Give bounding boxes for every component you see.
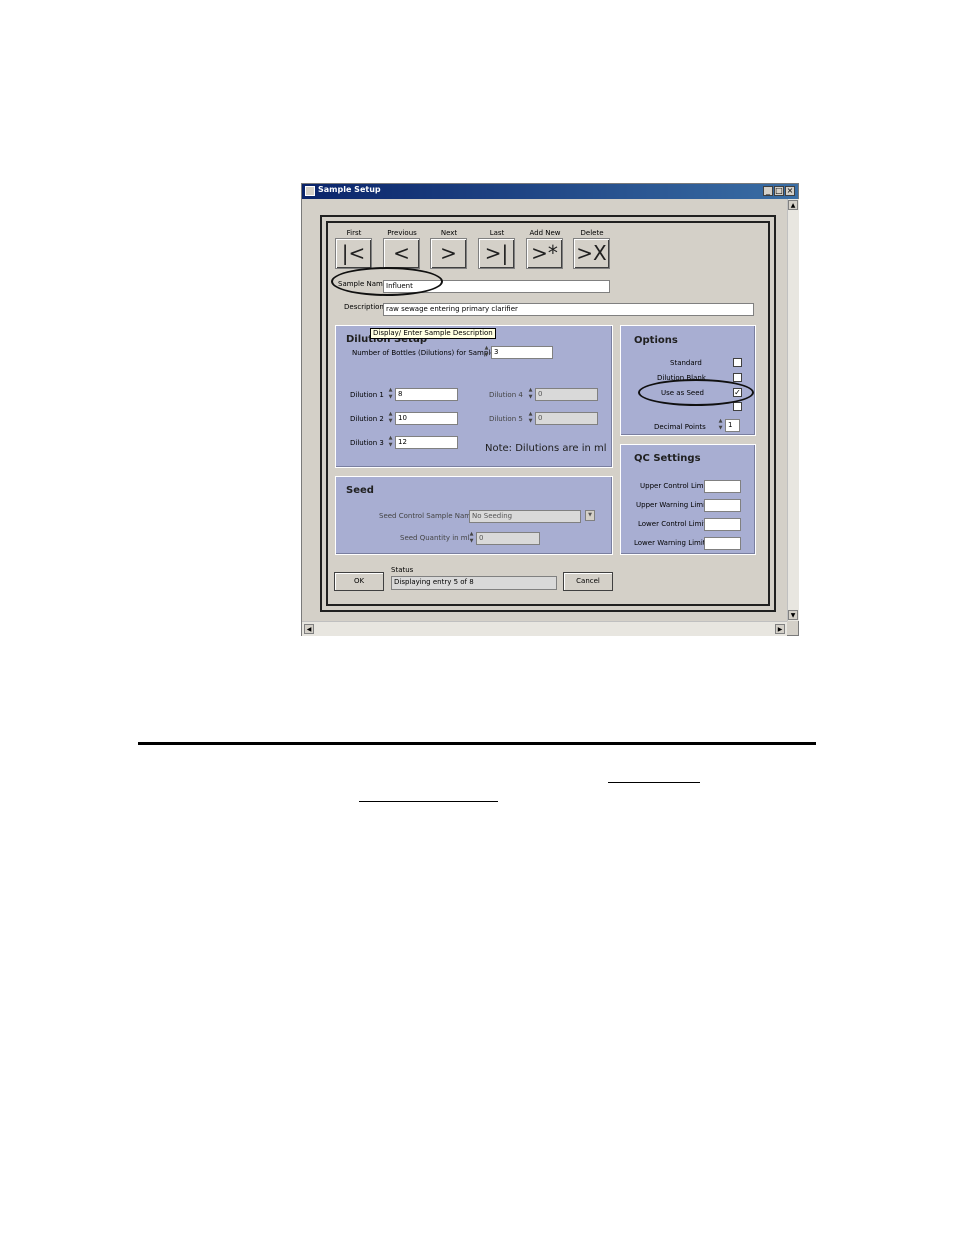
scroll-down-arrow-icon[interactable]: ▼: [788, 610, 798, 620]
description-input[interactable]: raw sewage entering primary clarifier: [383, 303, 754, 316]
sample-setup-window: Sample Setup _ □ × ▲ ▼ ◀ ▶ First Previou…: [301, 183, 799, 636]
ok-button[interactable]: OK: [334, 572, 384, 591]
upper-control-limit-label: Upper Control Limit: [640, 482, 709, 490]
dilution-1-spinner-icon[interactable]: ▲ ▼: [387, 387, 394, 401]
dilution-3-spinner-icon[interactable]: ▲ ▼: [387, 435, 394, 449]
qc-settings-title: QC Settings: [634, 453, 701, 464]
nav-first-label: First: [346, 229, 362, 237]
dilution-4-spinner-icon: ▲ ▼: [528, 387, 533, 400]
seed-control-dropdown-icon: ▼: [585, 510, 595, 521]
next-button[interactable]: >: [430, 238, 467, 269]
seed-quantity-input: 0: [476, 532, 540, 545]
sample-name-highlight-oval: [331, 267, 443, 296]
seed-quantity-label: Seed Quantity in ml: [400, 534, 470, 542]
nav-add-new-label: Add New: [529, 229, 561, 237]
dilution-2-input[interactable]: 10: [395, 412, 458, 425]
description-tooltip: Display/ Enter Sample Description: [370, 328, 496, 339]
close-button[interactable]: ×: [785, 186, 795, 196]
upper-warning-limit-input[interactable]: [704, 499, 741, 512]
seed-control-label: Seed Control Sample Name: [379, 512, 476, 520]
dilution-1-input[interactable]: 8: [395, 388, 458, 401]
first-button[interactable]: |<: [335, 238, 372, 269]
dilution-2-label: Dilution 2: [350, 415, 384, 423]
dilution-5-spinner-icon: ▲ ▼: [528, 411, 533, 424]
nav-last-label: Last: [489, 229, 505, 237]
scroll-left-arrow-icon[interactable]: ◀: [304, 624, 314, 634]
decimal-points-input[interactable]: 1: [725, 419, 740, 432]
seed-title: Seed: [346, 485, 374, 496]
dilution-blank-checkbox[interactable]: [733, 373, 742, 382]
lower-warning-limit-input[interactable]: [704, 537, 741, 550]
dilution-3-label: Dilution 3: [350, 439, 384, 447]
minimize-button[interactable]: _: [763, 186, 773, 196]
previous-button[interactable]: <: [383, 238, 420, 269]
standard-checkbox[interactable]: [733, 358, 742, 367]
nav-delete-label: Delete: [580, 229, 604, 237]
scroll-right-arrow-icon[interactable]: ▶: [775, 624, 785, 634]
decimal-points-spinner-icon[interactable]: ▲ ▼: [717, 418, 724, 432]
lower-control-limit-label: Lower Control Limit: [638, 520, 707, 528]
dilution-3-input[interactable]: 12: [395, 436, 458, 449]
vertical-scrollbar[interactable]: ▲ ▼: [787, 199, 799, 621]
bottles-label: Number of Bottles (Dilutions) for Sample: [352, 349, 495, 357]
app-icon: [305, 186, 315, 196]
scroll-up-arrow-icon[interactable]: ▲: [788, 200, 798, 210]
window-title: Sample Setup: [318, 185, 381, 194]
seed-quantity-spinner-icon: ▲ ▼: [469, 531, 474, 544]
dilution-4-label: Dilution 4: [489, 391, 523, 399]
last-button[interactable]: >|: [478, 238, 515, 269]
underline-mark-1: [608, 782, 700, 783]
maximize-button[interactable]: □: [774, 186, 784, 196]
page-horizontal-rule: [138, 742, 816, 745]
cancel-button[interactable]: Cancel: [563, 572, 613, 591]
nav-previous-label: Previous: [387, 229, 417, 237]
extra-option-checkbox[interactable]: [733, 402, 742, 411]
lower-control-limit-input[interactable]: [704, 518, 741, 531]
horizontal-scrollbar[interactable]: ◀ ▶: [302, 621, 787, 636]
status-label: Status: [391, 566, 414, 574]
description-label: Description: [344, 303, 384, 311]
dilution-note: Note: Dilutions are in ml: [485, 443, 607, 454]
options-title: Options: [634, 335, 678, 346]
lower-warning-limit-label: Lower Warning Limit: [634, 539, 706, 547]
nav-next-label: Next: [440, 229, 458, 237]
dilution-5-input: 0: [535, 412, 598, 425]
dilution-2-spinner-icon[interactable]: ▲ ▼: [387, 411, 394, 425]
standard-label: Standard: [670, 359, 702, 367]
upper-control-limit-input[interactable]: [704, 480, 741, 493]
upper-warning-limit-label: Upper Warning Limit: [636, 501, 708, 509]
use-as-seed-highlight-oval: [638, 379, 754, 406]
delete-button[interactable]: >X: [573, 238, 610, 269]
dilution-4-input: 0: [535, 388, 598, 401]
add-new-button[interactable]: >*: [526, 238, 563, 269]
decimal-points-label: Decimal Points: [654, 423, 706, 431]
bottles-spinner-icon[interactable]: ▲ ▼: [483, 345, 490, 359]
status-field: Displaying entry 5 of 8: [391, 576, 557, 590]
dilution-5-label: Dilution 5: [489, 415, 523, 423]
seed-control-select: No Seeding: [469, 510, 581, 523]
bottles-input[interactable]: 3: [491, 346, 553, 359]
dilution-1-label: Dilution 1: [350, 391, 384, 399]
underline-mark-2: [359, 801, 498, 802]
title-bar[interactable]: Sample Setup _ □ ×: [302, 184, 798, 199]
